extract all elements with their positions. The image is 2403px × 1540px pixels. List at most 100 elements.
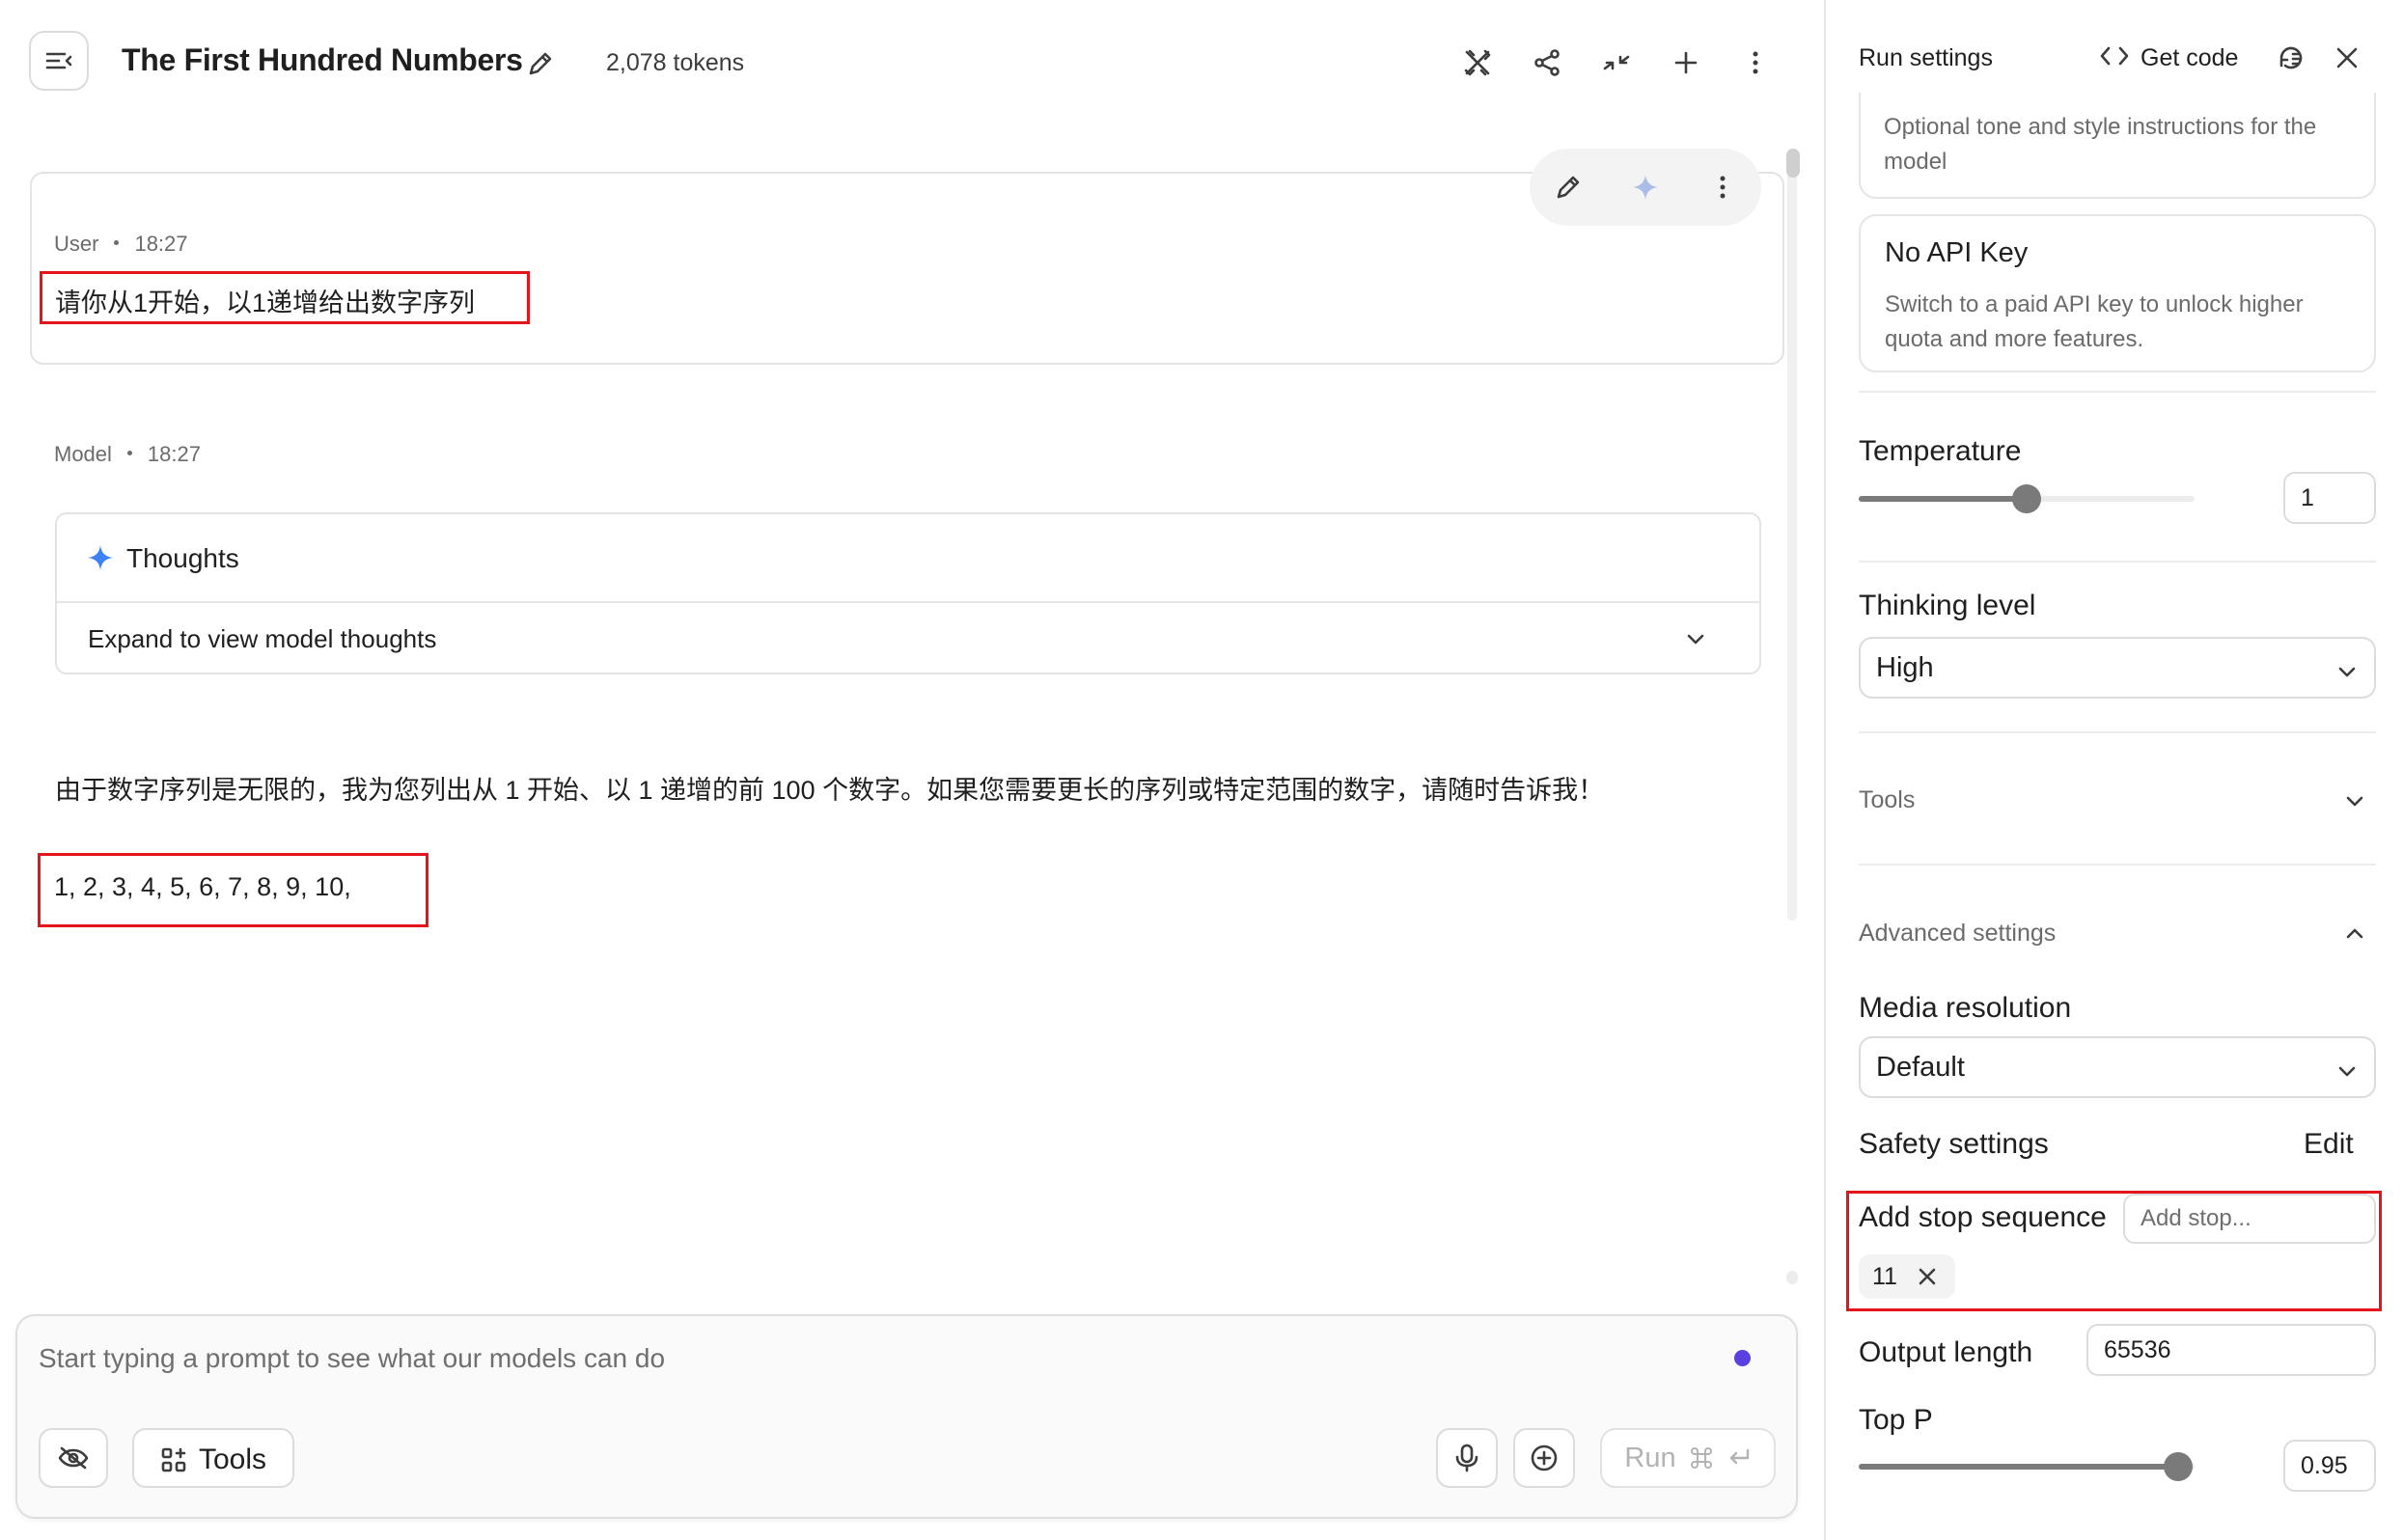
api-key-desc: Switch to a paid API key to unlock highe…: [1885, 291, 2304, 352]
reset-settings-button[interactable]: [2274, 41, 2308, 75]
plus-icon: [1674, 51, 1698, 74]
user-message-text: 请你从1开始，以1递增给出数字序列: [55, 289, 476, 317]
temperature-slider[interactable]: [1859, 482, 2196, 515]
user-message-meta: User 18:27: [54, 232, 188, 257]
media-resolution-select[interactable]: Default: [1859, 1036, 2376, 1098]
tools-section-toggle[interactable]: Tools: [1859, 772, 2376, 830]
message-time: 18:27: [147, 442, 201, 466]
slider-thumb[interactable]: [2012, 484, 2041, 513]
expand-thoughts-label: Expand to view model thoughts: [88, 624, 437, 653]
toggle-sidebar-button[interactable]: [29, 31, 89, 91]
microphone-icon: [1455, 1444, 1478, 1472]
message-role: User: [54, 232, 99, 256]
model-response-text: 由于数字序列是无限的，我为您列出从 1 开始、以 1 递增的前 100 个数字。…: [55, 776, 1605, 805]
advanced-settings-toggle[interactable]: Advanced settings: [1859, 905, 2376, 963]
get-code-label: Get code: [2141, 44, 2239, 71]
chevron-down-icon: [2346, 796, 2363, 807]
top-p-label: Top P: [1859, 1404, 1933, 1436]
sparkle-icon: [1633, 175, 1658, 200]
page-title: The First Hundred Numbers: [122, 42, 523, 77]
rename-title-button[interactable]: [523, 46, 558, 81]
pencil-icon: [529, 52, 552, 75]
apps-grid-icon: [161, 1447, 186, 1472]
add-media-button[interactable]: [1513, 1428, 1575, 1488]
code-icon: [2100, 46, 2129, 66]
share-button[interactable]: [1529, 44, 1565, 81]
advanced-settings-label: Advanced settings: [1859, 920, 2057, 947]
message-role: Model: [54, 442, 112, 466]
compress-arrows-icon: [1603, 55, 1630, 70]
thinking-level-value: High: [1876, 652, 1934, 683]
thoughts-panel: Thoughts Expand to view model thoughts: [55, 512, 1761, 674]
top-p-slider[interactable]: [1859, 1450, 2196, 1483]
close-panel-button[interactable]: [2330, 41, 2364, 75]
enter-key-icon: [1729, 1448, 1749, 1465]
user-message-card: [30, 172, 1784, 365]
compress-button[interactable]: [1598, 44, 1635, 81]
compare-button[interactable]: [1459, 44, 1496, 81]
scrollbar-thumb[interactable]: [1786, 149, 1800, 178]
panel-header: Run settings Get code: [1826, 0, 2403, 93]
remove-stop-chip-button[interactable]: [1915, 1264, 1940, 1289]
close-icon: [1919, 1268, 1936, 1285]
get-code-button[interactable]: Get code: [2099, 39, 2253, 77]
edit-message-button[interactable]: [1549, 168, 1588, 206]
model-message-meta: Model 18:27: [54, 442, 201, 467]
eye-off-icon: [58, 1446, 89, 1470]
visibility-toggle-button[interactable]: [39, 1428, 108, 1488]
divider: [1859, 391, 2376, 393]
reset-settings-icon: [2279, 46, 2303, 69]
message-more-button[interactable]: [1703, 168, 1742, 206]
more-vert-icon: [1753, 51, 1758, 74]
top-p-input[interactable]: 0.95: [2283, 1440, 2376, 1492]
chevron-up-icon: [2346, 928, 2363, 939]
system-instructions-desc: Optional tone and style instructions for…: [1884, 114, 2317, 175]
safety-edit-button[interactable]: Edit: [2304, 1128, 2354, 1161]
more-options-button[interactable]: [1737, 44, 1774, 81]
pencil-icon: [1557, 176, 1580, 199]
run-button[interactable]: Run: [1600, 1428, 1776, 1488]
temperature-label: Temperature: [1859, 435, 2022, 467]
chevron-down-icon: [1684, 627, 1707, 650]
run-button-label: Run: [1624, 1442, 1676, 1473]
more-vert-icon: [1720, 176, 1726, 199]
stop-sequence-input[interactable]: Add stop...: [2123, 1194, 2376, 1244]
divider: [1859, 561, 2376, 563]
add-circle-icon: [1531, 1444, 1558, 1471]
command-key-icon: [1690, 1447, 1712, 1469]
model-number-list: 1, 2, 3, 4, 5, 6, 7, 8, 9, 10,: [54, 872, 351, 901]
chat-scrollbar[interactable]: [1787, 149, 1797, 921]
microphone-button[interactable]: [1436, 1428, 1498, 1488]
slider-thumb[interactable]: [2164, 1452, 2193, 1481]
thoughts-title: Thoughts: [126, 543, 239, 573]
safety-settings-label: Safety settings: [1859, 1128, 2049, 1160]
tools-crossed-icon: [1464, 49, 1491, 76]
media-resolution-value: Default: [1876, 1052, 1965, 1083]
thinking-level-label: Thinking level: [1859, 590, 2036, 621]
top-header: The First Hundred Numbers 2,078 tokens: [0, 0, 1824, 125]
new-chat-button[interactable]: [1668, 44, 1704, 81]
output-length-input[interactable]: 65536: [2086, 1324, 2376, 1376]
media-resolution-label: Media resolution: [1859, 992, 2072, 1024]
close-icon: [2336, 47, 2358, 69]
rerun-button[interactable]: [1626, 168, 1665, 206]
tools-button[interactable]: Tools: [132, 1428, 294, 1488]
stop-sequence-chip: 11: [1859, 1254, 1955, 1299]
expand-thoughts-toggle[interactable]: Expand to view model thoughts: [57, 603, 1759, 674]
tools-section-label: Tools: [1859, 786, 1916, 813]
menu-collapse-icon: [45, 52, 72, 69]
sparkle-icon: [86, 543, 115, 572]
thinking-level-select[interactable]: High: [1859, 637, 2376, 699]
chevron-down-icon: [2338, 1066, 2356, 1077]
prompt-input[interactable]: Start typing a prompt to see what our mo…: [39, 1343, 665, 1374]
share-icon: [1534, 49, 1560, 76]
tools-button-label: Tools: [199, 1444, 267, 1475]
stop-chip-label: 11: [1872, 1263, 1897, 1290]
divider: [1859, 731, 2376, 733]
scrollbar-end-marker: [1786, 1271, 1798, 1284]
api-key-card[interactable]: No API Key Switch to a paid API key to u…: [1859, 214, 2376, 372]
chevron-down-icon: [2338, 667, 2356, 677]
stop-sequence-label: Add stop sequence: [1859, 1201, 2107, 1233]
run-settings-panel: Optional tone and style instructions for…: [1824, 0, 2403, 1540]
temperature-input[interactable]: 1: [2283, 472, 2376, 524]
